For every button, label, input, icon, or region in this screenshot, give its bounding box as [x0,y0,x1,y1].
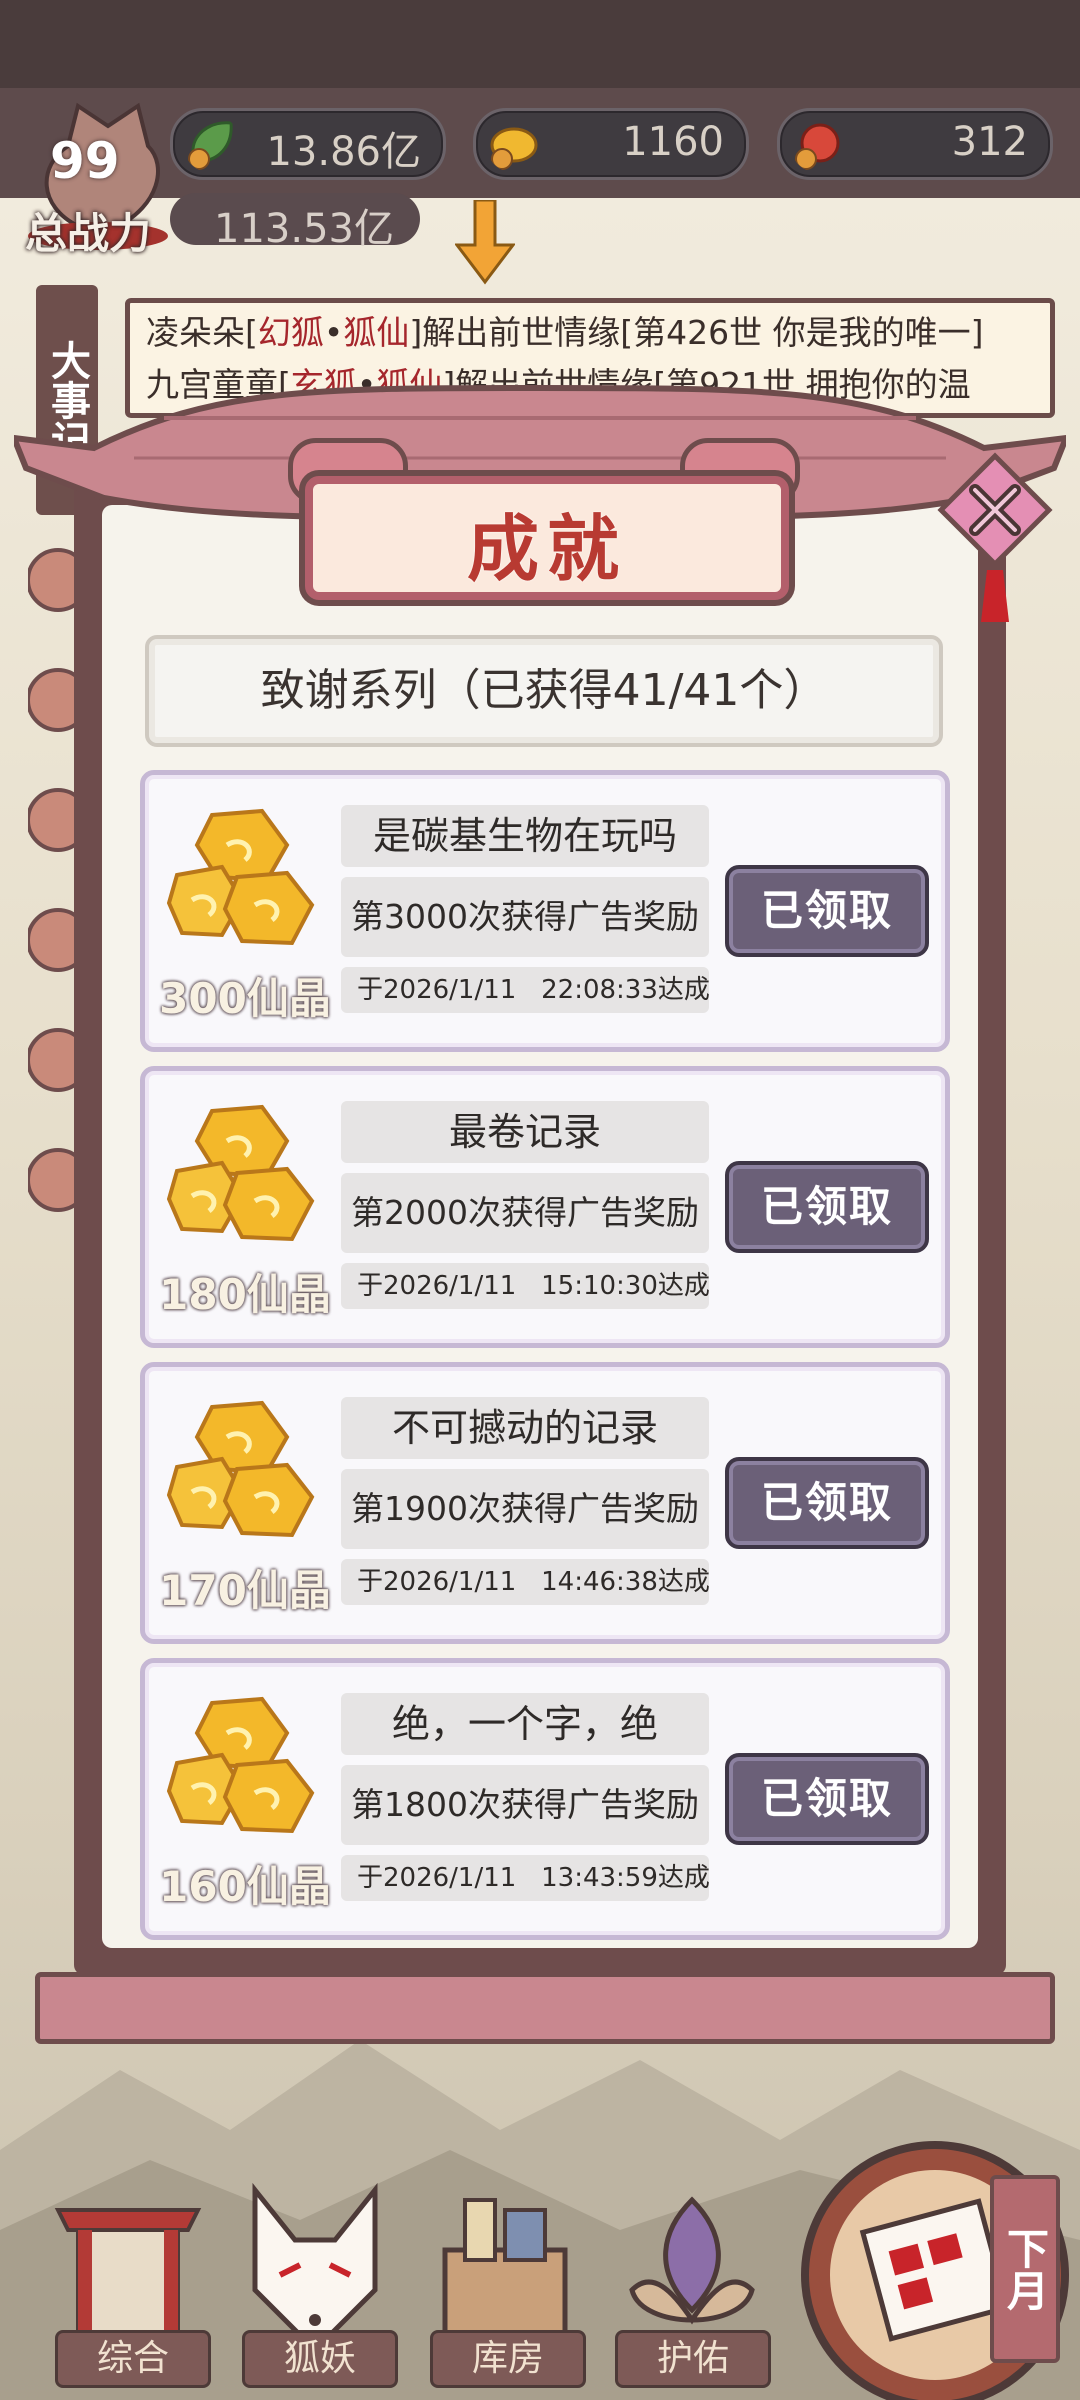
achievement-card: 300仙晶 是碳基生物在玩吗 第3000次获得广告奖励 于2026/1/11 2… [140,770,950,1052]
ticker-line-1: 凌朵朵[幻狐•狐仙]解出前世情缘[第426世 你是我的唯一] [146,307,1034,359]
close-button[interactable] [935,452,1055,632]
title-plaque: 成就 [305,476,789,600]
ticker-player-1: 凌朵朵[ [146,313,258,352]
panel-title: 成就 [466,507,627,591]
claimed-button[interactable]: 已领取 [725,1753,929,1845]
arrow-down-icon [455,200,515,285]
resource-jade[interactable]: 13.86亿 [170,108,446,180]
achievement-description: 第3000次获得广告奖励 [341,877,709,957]
achievement-card: 160仙晶 绝，一个字，绝 第1800次获得广告奖励 于2026/1/11 13… [140,1658,950,1940]
resource-fruit-value: 312 [951,119,1028,165]
achievement-date: 于2026/1/11 14:46:38达成 [341,1559,710,1605]
power-level: 99 [50,132,120,190]
reward-amount: 180仙晶 [159,1270,331,1319]
fruit-icon [795,123,840,170]
achievement-description: 第1900次获得广告奖励 [341,1469,709,1549]
nav-blessing[interactable]: 护佑 [615,2330,771,2388]
next-month-tag[interactable]: 下月 [990,2175,1060,2363]
achievement-card: 180仙晶 最卷记录 第2000次获得广告奖励 于2026/1/11 15:10… [140,1066,950,1348]
gold-ingot-icon [490,127,538,170]
achievement-description: 第2000次获得广告奖励 [341,1173,709,1253]
nav-general[interactable]: 综合 [55,2330,211,2388]
resource-gold[interactable]: 1160 [473,108,749,180]
crystal-gem-icon [167,805,317,950]
nav-fox[interactable]: 狐妖 [242,2330,398,2388]
achievement-description: 第1800次获得广告奖励 [341,1765,709,1845]
resource-gold-value: 1160 [622,119,724,165]
achievement-title: 是碳基生物在玩吗 [341,805,709,867]
power-value: 113.53亿 [214,206,394,252]
claimed-button[interactable]: 已领取 [725,1457,929,1549]
ticker-fox-type-1: 幻狐 [257,313,324,352]
reward-amount: 170仙晶 [159,1566,331,1615]
achievement-date: 于2026/1/11 15:10:30达成 [341,1263,710,1309]
reward-amount: 300仙晶 [159,974,331,1023]
crystal-gem-icon [167,1101,317,1246]
claimed-button[interactable]: 已领取 [725,865,929,957]
crystal-gem-icon [167,1693,317,1838]
resource-fruit[interactable]: 312 [777,108,1053,180]
achievement-title: 绝，一个字，绝 [341,1693,709,1755]
achievement-title: 最卷记录 [341,1101,709,1163]
achievement-card: 170仙晶 不可撼动的记录 第1900次获得广告奖励 于2026/1/11 14… [140,1362,950,1644]
status-bar [0,0,1080,88]
ticker-event-1: ]解出前世情缘[第426世 你是我的唯一] [409,313,984,352]
achievement-date: 于2026/1/11 13:43:59达成 [341,1855,710,1901]
ticker-fox-rank-1: 狐仙 [343,313,410,352]
series-header: 致谢系列（已获得41/41个） [145,635,943,747]
crystal-gem-icon [167,1397,317,1542]
achievement-title: 不可撼动的记录 [341,1397,709,1459]
claimed-button[interactable]: 已领取 [725,1161,929,1253]
ticker-dot-1: • [323,313,344,352]
achievement-date: 于2026/1/11 22:08:33达成 [341,967,710,1013]
nav-storage[interactable]: 库房 [430,2330,586,2388]
resource-jade-value: 13.86亿 [266,129,421,175]
power-label: 总战力 [25,209,152,258]
reward-amount: 160仙晶 [159,1862,331,1911]
panel-base [35,1972,1055,2044]
